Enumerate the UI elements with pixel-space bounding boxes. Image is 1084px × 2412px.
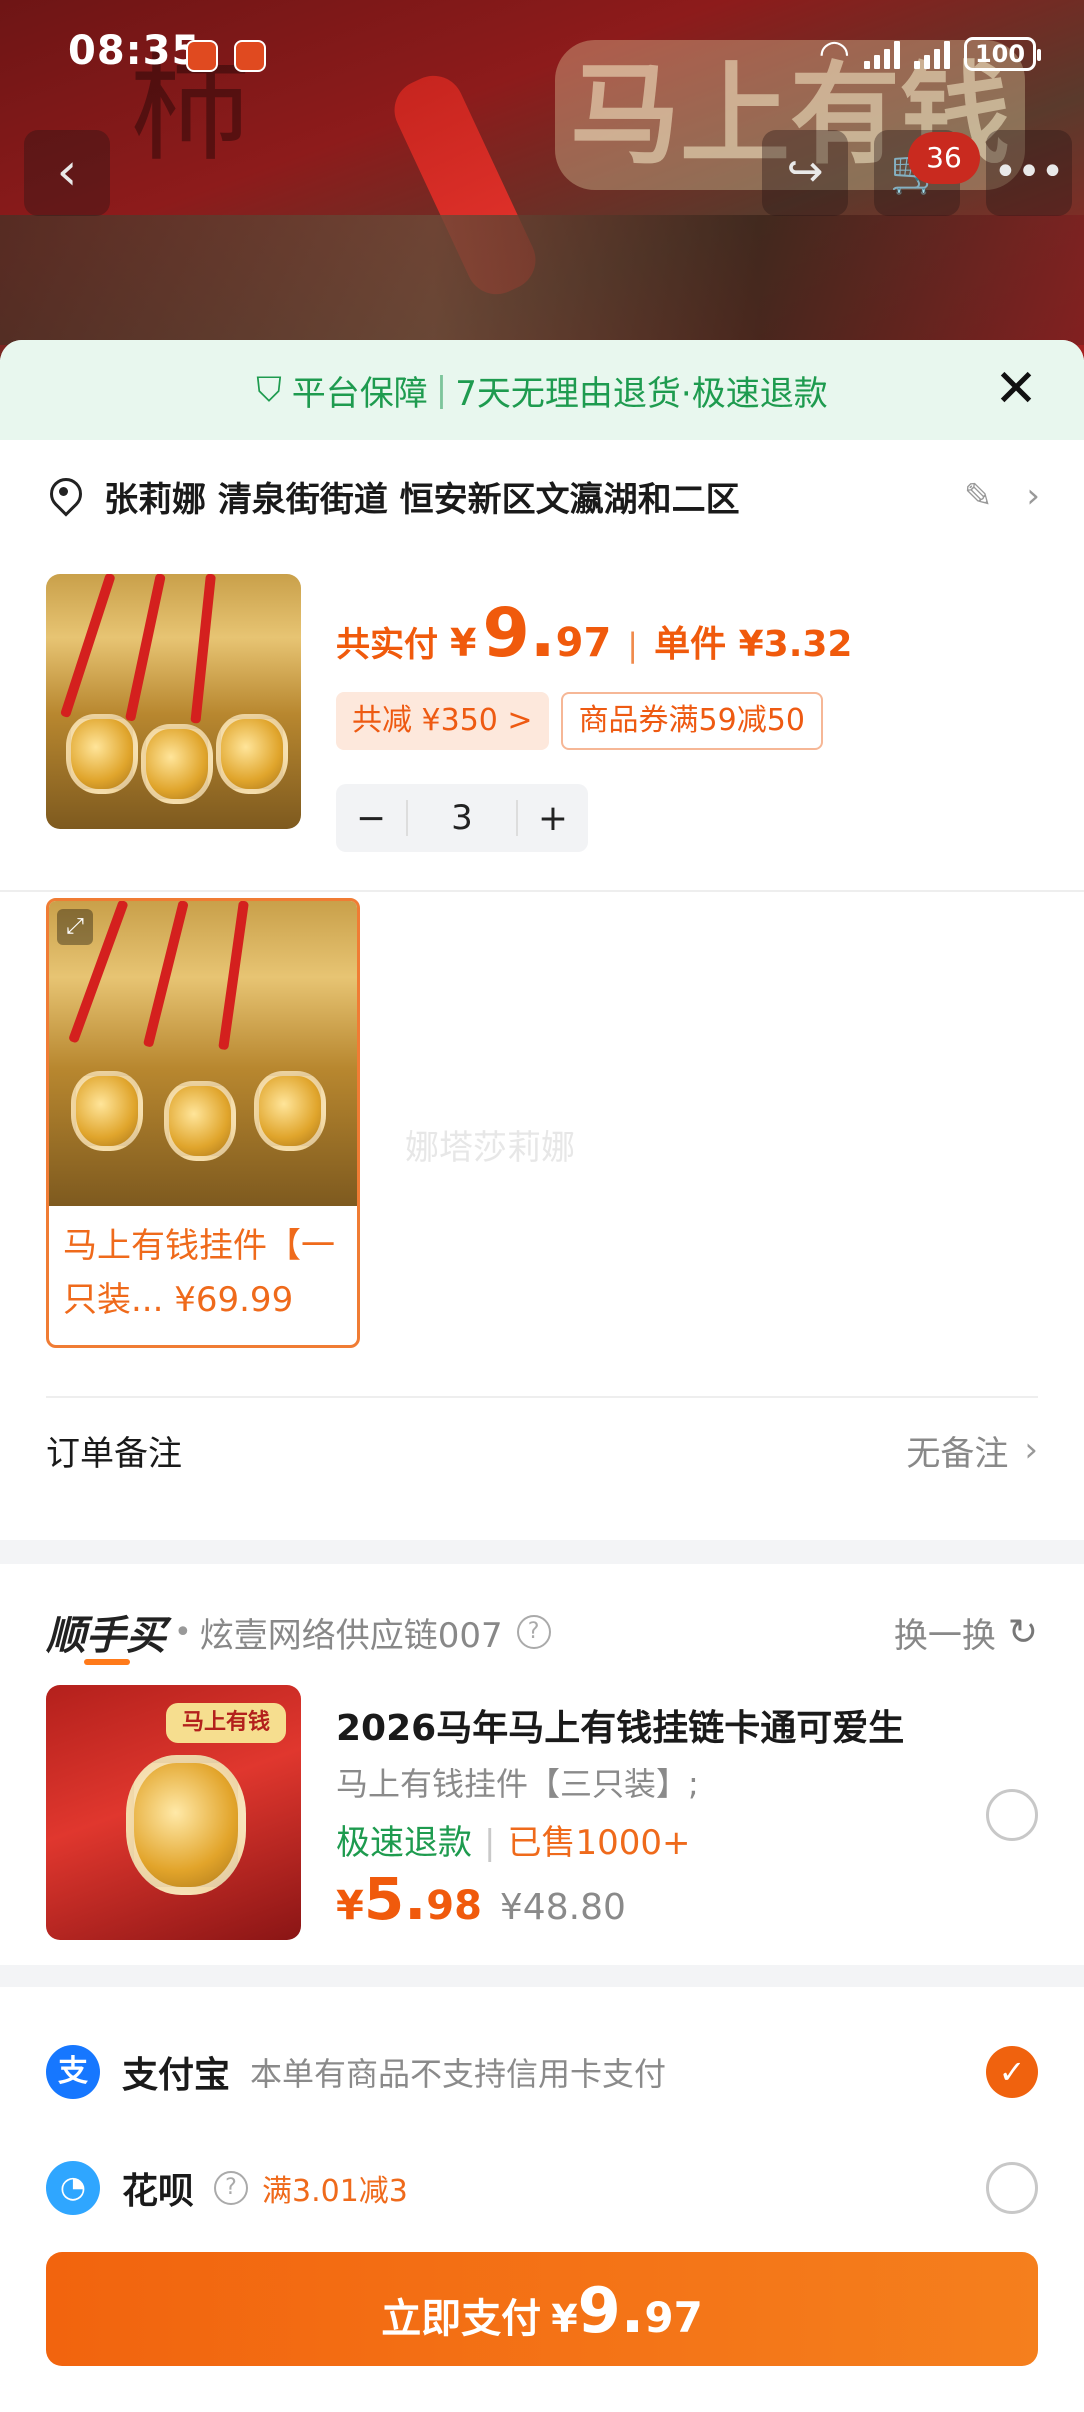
order-note-row[interactable]: 订单备注 无备注 › xyxy=(0,1390,1084,1510)
status-indicators: ◠ 100 xyxy=(818,33,1041,74)
coupon-tag: 商品券满59减50 xyxy=(560,692,823,750)
alipay-icon: 支 xyxy=(46,2045,100,2099)
watermark: 娜塔莎莉娜 xyxy=(405,1128,575,1168)
guarantee-title: 平台保障 xyxy=(291,373,428,414)
variant-option[interactable]: ⤢ 马上有钱挂件【一只装... ¥69.99 xyxy=(46,898,360,1348)
total-decimal: 97 xyxy=(555,620,612,666)
pay-button-integer: 9. xyxy=(577,2274,645,2347)
decrease-button[interactable]: − xyxy=(336,798,406,839)
checkout-sheet: ⛉ 平台保障 | 7天无理由退货·极速退款 ✕ 张莉娜 清泉街街道 恒安新区文瀛… xyxy=(0,340,1084,2412)
guarantee-banner: ⛉ 平台保障 | 7天无理由退货·极速退款 ✕ xyxy=(0,340,1084,440)
total-integer: 9. xyxy=(482,594,556,673)
huabei-icon: ◔ xyxy=(46,2161,100,2215)
status-time: 08:35 xyxy=(68,28,201,74)
price-integer: 5. xyxy=(363,1865,427,1933)
location-pin-icon xyxy=(44,476,84,516)
quantity-value[interactable]: 3 xyxy=(406,800,518,836)
edit-icon[interactable]: ✎ xyxy=(964,476,993,516)
order-note-label: 订单备注 xyxy=(46,1433,182,1474)
variant-label: 马上有钱挂件【一只装... ¥69.99 xyxy=(63,1226,335,1320)
pay-button-decimal: 97 xyxy=(644,2293,703,2342)
recommended-badges: 极速退款 | 已售1000+ xyxy=(336,1815,690,1864)
variant-image: ⤢ xyxy=(49,901,357,1206)
total-separator: | xyxy=(627,626,639,664)
increase-button[interactable]: + xyxy=(518,798,588,839)
more-icon[interactable]: ••• xyxy=(986,130,1072,216)
expand-icon[interactable]: ⤢ xyxy=(57,909,93,945)
refresh-icon: ↻ xyxy=(1007,1611,1038,1653)
share-icon[interactable]: ↪ xyxy=(762,130,848,216)
address-row[interactable]: 张莉娜 清泉街街道 恒安新区文瀛湖和二区 ✎ › xyxy=(0,440,1084,552)
recommendation-logo: 顺手买 xyxy=(46,1603,166,1665)
pay-now-button[interactable]: 立即支付 ¥ 9. 97 xyxy=(46,2252,1038,2366)
payment-method-alipay[interactable]: 支 支付宝 本单有商品不支持信用卡支付 ✓ xyxy=(0,2022,1084,2122)
alipay-radio-checked[interactable]: ✓ xyxy=(986,2046,1038,2098)
badge-separator: | xyxy=(484,1823,496,1863)
pay-button-currency: ¥ xyxy=(551,2297,578,2341)
product-thumbnail[interactable] xyxy=(46,574,301,829)
fast-refund-badge: 极速退款 xyxy=(336,1823,472,1863)
payment-method-note: 本单有商品不支持信用卡支付 xyxy=(250,2055,667,2093)
battery-icon: 100 xyxy=(964,37,1041,71)
swap-label: 换一换 xyxy=(893,1615,996,1656)
payment-method-huabei[interactable]: ◔ 花呗 ? 满3.01减3 xyxy=(0,2138,1084,2238)
background-wood xyxy=(0,215,1084,345)
wifi-icon: ◠ xyxy=(818,33,850,74)
close-icon[interactable]: ✕ xyxy=(988,362,1044,418)
help-icon[interactable]: ? xyxy=(516,1615,551,1649)
status-bar: 08:35 ◠ 100 xyxy=(0,0,1084,110)
recommended-select-radio[interactable] xyxy=(986,1789,1038,1841)
discount-tag[interactable]: 共减 ¥350 > xyxy=(336,692,549,750)
pay-button-label: 立即支付 xyxy=(381,2296,542,2342)
signal-icon-2 xyxy=(914,39,950,69)
recommendation-store: 炫壹网络供应链007 xyxy=(199,1615,503,1656)
original-price: ¥48.80 xyxy=(499,1887,626,1928)
cart-count-badge: 36 xyxy=(908,132,980,184)
recommended-product[interactable]: 马上有钱 2026马年马上有钱挂链卡通可爱生 马上有钱挂件【三只装】; 极速退款… xyxy=(0,1685,1084,1945)
price-decimal: 98 xyxy=(426,1883,482,1929)
product-summary: 共实付 ¥ 9. 97 | 单件 ¥3.32 共减 ¥350 > 商品券满59减… xyxy=(0,570,1084,852)
sold-count-badge: 已售1000+ xyxy=(507,1823,691,1863)
chevron-right-icon: › xyxy=(1024,1430,1038,1470)
quantity-stepper: − 3 + xyxy=(336,784,588,852)
back-icon[interactable]: ‹ xyxy=(24,130,110,216)
chevron-right-icon: › xyxy=(1026,476,1040,516)
recommended-price: ¥ 5. 98 ¥48.80 xyxy=(336,1865,626,1933)
total-currency: ¥ xyxy=(450,621,477,665)
swap-button[interactable]: 换一换 ↻ xyxy=(894,1608,1038,1657)
section-gap xyxy=(0,1540,1084,1564)
total-label: 共实付 xyxy=(336,625,438,665)
recommended-variant: 马上有钱挂件【三只装】; xyxy=(336,1765,699,1803)
price-currency: ¥ xyxy=(336,1883,364,1929)
payment-method-promo: 满3.01减3 xyxy=(262,2174,408,2209)
unit-price: 单件 ¥3.32 xyxy=(654,624,853,665)
address-text: 张莉娜 清泉街街道 恒安新区文瀛湖和二区 xyxy=(104,479,740,520)
help-icon[interactable]: ? xyxy=(214,2171,249,2205)
notification-icon-1 xyxy=(186,40,218,72)
guarantee-text: 7天无理由退货·极速退款 xyxy=(455,373,828,414)
section-gap xyxy=(0,1965,1084,1987)
dot-separator: • xyxy=(174,1614,192,1650)
discount-tags: 共减 ¥350 > 商品券满59减50 xyxy=(336,692,823,750)
shield-icon: ⛉ xyxy=(256,370,282,410)
recommended-product-image: 马上有钱 xyxy=(46,1685,301,1940)
payment-method-name: 花呗 xyxy=(122,2171,195,2212)
order-note-value: 无备注 xyxy=(906,1433,1009,1474)
divider xyxy=(0,890,1084,892)
recommendation-header: 顺手买 • 炫壹网络供应链007 ? 换一换 ↻ xyxy=(46,1602,1038,1665)
signal-icon-1 xyxy=(864,39,900,69)
recommended-title: 2026马年马上有钱挂链卡通可爱生 xyxy=(336,1708,905,1749)
total-payment: 共实付 ¥ 9. 97 | 单件 ¥3.32 xyxy=(336,594,852,673)
payment-method-name: 支付宝 xyxy=(122,2055,231,2096)
guarantee-separator: | xyxy=(435,370,448,410)
notification-icon-2 xyxy=(234,40,266,72)
huabei-radio[interactable] xyxy=(986,2162,1038,2214)
recommended-plaque: 马上有钱 xyxy=(166,1703,286,1743)
